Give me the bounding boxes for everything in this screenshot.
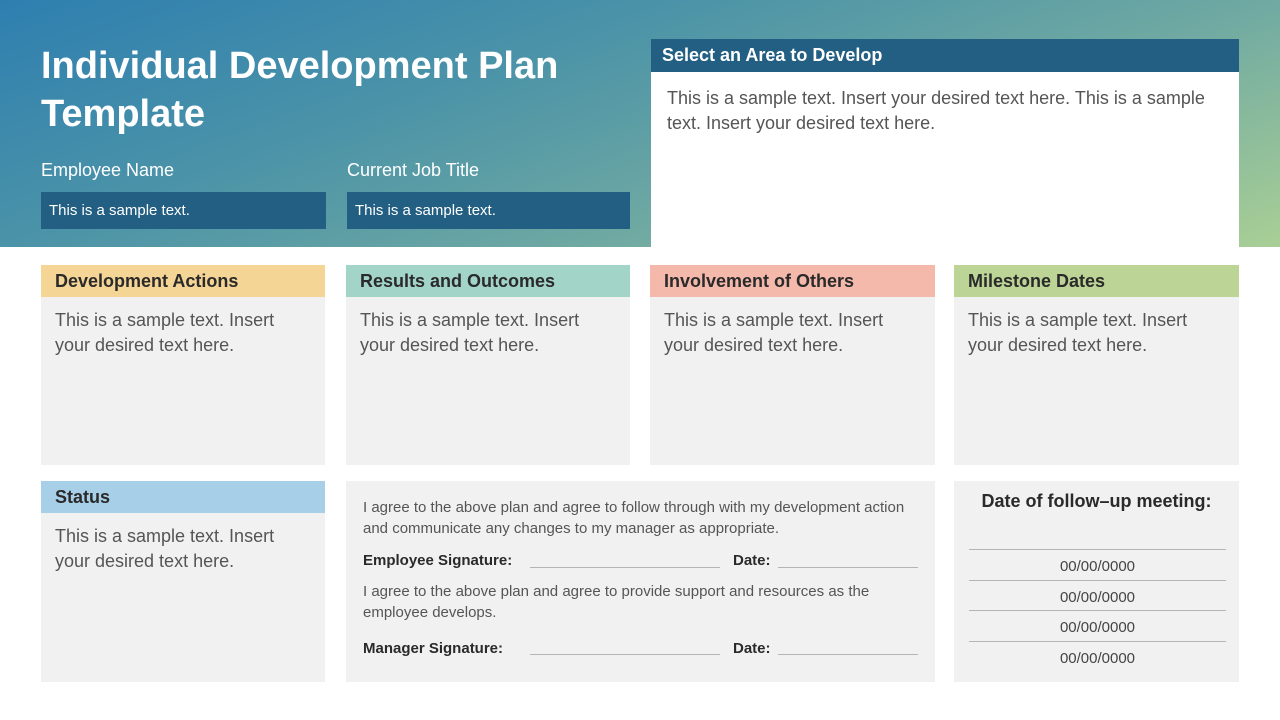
followup-date[interactable]: 00/00/0000 [969,549,1226,580]
followup-date[interactable]: 00/00/0000 [969,610,1226,641]
development-actions-text[interactable]: This is a sample text. Insert your desir… [41,297,325,358]
page-title: Individual Development Plan Template [41,45,559,135]
milestone-dates-card: Milestone Dates This is a sample text. I… [954,265,1239,465]
followup-date[interactable]: 00/00/0000 [969,580,1226,611]
status-heading: Status [41,481,325,513]
manager-date-label: Date: [733,640,771,657]
milestone-dates-heading: Milestone Dates [954,265,1239,297]
development-actions-heading: Development Actions [41,265,325,297]
results-outcomes-text[interactable]: This is a sample text. Insert your desir… [346,297,630,358]
manager-date-line[interactable] [778,654,918,655]
area-to-develop-heading: Select an Area to Develop [651,39,1239,72]
milestone-dates-text[interactable]: This is a sample text. Insert your desir… [954,297,1239,358]
development-actions-card: Development Actions This is a sample tex… [41,265,325,465]
employee-name-field[interactable]: This is a sample text. [41,192,326,229]
involvement-of-others-card: Involvement of Others This is a sample t… [650,265,935,465]
manager-signature-line[interactable] [530,654,720,655]
manager-agreement-text: I agree to the above plan and agree to p… [363,583,870,621]
followup-date[interactable]: 00/00/0000 [969,641,1226,672]
status-card: Status This is a sample text. Insert you… [41,481,325,682]
results-outcomes-heading: Results and Outcomes [346,265,630,297]
agreement-panel: I agree to the above plan and agree to f… [346,481,935,682]
job-title-field[interactable]: This is a sample text. [347,192,630,229]
employee-name-label: Employee Name [41,160,175,180]
employee-agreement-text: I agree to the above plan and agree to f… [363,499,905,537]
employee-date-label: Date: [733,552,771,569]
employee-date-line[interactable] [778,567,918,568]
status-text[interactable]: This is a sample text. Insert your desir… [41,513,325,574]
manager-signature-label: Manager Signature: [363,640,504,657]
employee-signature-label: Employee Signature: [363,552,513,569]
results-outcomes-card: Results and Outcomes This is a sample te… [346,265,630,465]
involvement-of-others-text[interactable]: This is a sample text. Insert your desir… [650,297,935,358]
job-title-label: Current Job Title [347,160,480,180]
followup-meeting-panel: Date of follow–up meeting: 00/00/0000 00… [954,481,1239,682]
employee-signature-line[interactable] [530,567,720,568]
followup-meeting-title: Date of follow–up meeting: [981,491,1212,511]
area-to-develop-text[interactable]: This is a sample text. Insert your desir… [651,72,1239,247]
involvement-of-others-heading: Involvement of Others [650,265,935,297]
